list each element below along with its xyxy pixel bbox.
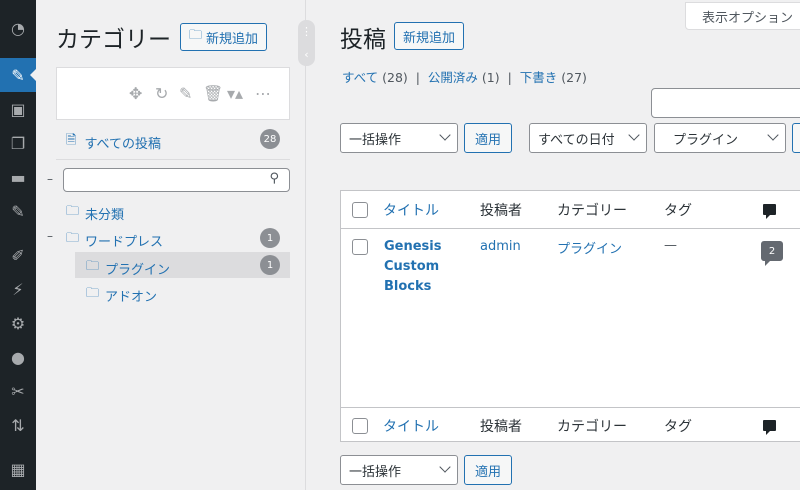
post-category-link[interactable]: プラグイン: [557, 238, 622, 257]
column-title[interactable]: タイトル: [383, 200, 439, 220]
column-author: 投稿者: [480, 419, 522, 435]
category-toolbox: ✥ ↻ ✎ 🗑 ▾▴ ⋯: [56, 67, 290, 120]
apply-button-bottom[interactable]: 適用: [464, 455, 512, 485]
category-panel-title: カテゴリー: [56, 27, 171, 53]
post-tags: —: [664, 238, 677, 253]
settings-icon[interactable]: ⚙: [0, 306, 36, 340]
plugins-count-badge: 1: [260, 255, 280, 275]
users-icon[interactable]: ●: [0, 340, 36, 374]
wordpress-count-badge: 1: [260, 228, 280, 248]
document-icon: 🗎: [66, 133, 77, 148]
column-categories: カテゴリー: [557, 203, 627, 219]
filter-draft-link[interactable]: 下書き: [520, 70, 558, 85]
folder-plus-icon: 🗀: [188, 28, 202, 43]
chevron-left-icon: ‹: [304, 48, 309, 61]
category-search-input[interactable]: ⚲: [63, 168, 290, 192]
column-tags: タグ: [664, 203, 692, 219]
chevron-down-icon: [439, 129, 451, 141]
chevron-down-icon: [439, 461, 451, 473]
chevron-down-icon: [767, 129, 779, 141]
column-categories: カテゴリー: [557, 419, 627, 435]
edit-icon[interactable]: ✎: [179, 84, 192, 103]
page-title: 投稿: [340, 27, 386, 53]
filter-all-link[interactable]: すべて: [342, 70, 378, 85]
folder-icon: 🗀: [86, 259, 100, 274]
column-title[interactable]: タイトル: [383, 416, 439, 436]
folder-icon: 🗀: [66, 204, 80, 219]
more-icon[interactable]: ⋯: [255, 84, 271, 103]
apply-button[interactable]: 適用: [464, 123, 512, 153]
plugins-icon[interactable]: ⚡: [0, 272, 36, 306]
all-posts-count-badge: 28: [260, 129, 280, 149]
post-title-link[interactable]: Genesis Custom Blocks: [384, 237, 454, 297]
comments-column-icon[interactable]: [763, 420, 776, 435]
tree-item-wordpress[interactable]: 🗀 ワードプレス: [66, 229, 163, 251]
panel-collapse-handle[interactable]: ⋮ ‹: [298, 20, 315, 66]
bulk-action-select[interactable]: 一括操作: [340, 123, 458, 153]
collapse-dash[interactable]: –: [47, 229, 53, 243]
comment-count-bubble[interactable]: 2: [761, 241, 783, 266]
pin-icon[interactable]: ✎: [0, 194, 36, 228]
dashboard-icon[interactable]: ◔: [0, 11, 36, 45]
comments-column-icon[interactable]: [763, 204, 776, 219]
select-all-checkbox[interactable]: [352, 418, 368, 434]
qr-icon[interactable]: ▦: [0, 452, 36, 486]
table-footer: タイトル 投稿者 カテゴリー タグ: [341, 407, 800, 442]
folder-icon: 🗀: [86, 286, 100, 301]
tree-item-uncategorized[interactable]: 🗀 未分類: [66, 202, 124, 224]
drag-handle-icon: ⋮: [301, 25, 312, 38]
trash-icon[interactable]: 🗑: [203, 84, 223, 103]
media-icon[interactable]: ▣: [0, 92, 36, 126]
bulk-action-select-bottom[interactable]: 一括操作: [340, 455, 458, 485]
chevron-down-icon: [628, 129, 640, 141]
tree-item-addons[interactable]: 🗀 アドオン: [86, 284, 157, 306]
pages-icon[interactable]: ❐: [0, 126, 36, 160]
collapse-dash[interactable]: –: [47, 172, 53, 186]
row-checkbox[interactable]: [352, 239, 368, 255]
collapse-icon[interactable]: ▾▴: [227, 84, 243, 103]
refresh-icon[interactable]: ↻: [155, 84, 168, 103]
posts-icon[interactable]: ✎: [0, 58, 36, 92]
category-filter-select[interactable]: プラグイン: [654, 123, 786, 153]
all-posts-link[interactable]: 🗎 すべての投稿: [66, 131, 161, 153]
search-icon: ⚲: [269, 171, 279, 186]
column-tags: タグ: [664, 419, 692, 435]
tools-icon[interactable]: ✂: [0, 374, 36, 408]
select-all-checkbox[interactable]: [352, 202, 368, 218]
filter-published-link[interactable]: 公開済み: [428, 70, 478, 85]
comments-icon[interactable]: ▬: [0, 160, 36, 194]
folder-icon: 🗀: [66, 231, 80, 246]
table-header: タイトル 投稿者 カテゴリー タグ: [341, 191, 800, 229]
move-icon[interactable]: ✥: [129, 84, 142, 103]
category-panel: カテゴリー 🗀 新規追加 ✥ ↻ ✎ 🗑 ▾▴ ⋯ 🗎 すべての投稿 28 – …: [36, 0, 306, 490]
add-post-button[interactable]: 新規追加: [394, 22, 464, 50]
tree-item-plugins[interactable]: 🗀 プラグイン: [86, 257, 170, 279]
divider: [56, 159, 290, 160]
post-search-input[interactable]: [651, 88, 800, 118]
filter-button[interactable]: [792, 123, 800, 153]
screen-options-button[interactable]: 表示オプション: [685, 2, 800, 30]
sort-icon[interactable]: ⇅: [0, 408, 36, 442]
post-author-link[interactable]: admin: [480, 239, 521, 254]
date-filter-select[interactable]: すべての日付: [529, 123, 647, 153]
admin-sidebar: ◔ ✎ ▣ ❐ ▬ ✎ ✐ ⚡ ⚙ ● ✂ ⇅ ▦: [0, 0, 36, 490]
status-filters: すべて (28) | 公開済み (1) | 下書き (27): [342, 70, 587, 85]
add-category-button[interactable]: 🗀 新規追加: [180, 23, 267, 51]
appearance-icon[interactable]: ✐: [0, 238, 36, 272]
posts-table: タイトル 投稿者 カテゴリー タグ Genesis Custom Blocks …: [340, 190, 800, 442]
column-author: 投稿者: [480, 203, 522, 219]
